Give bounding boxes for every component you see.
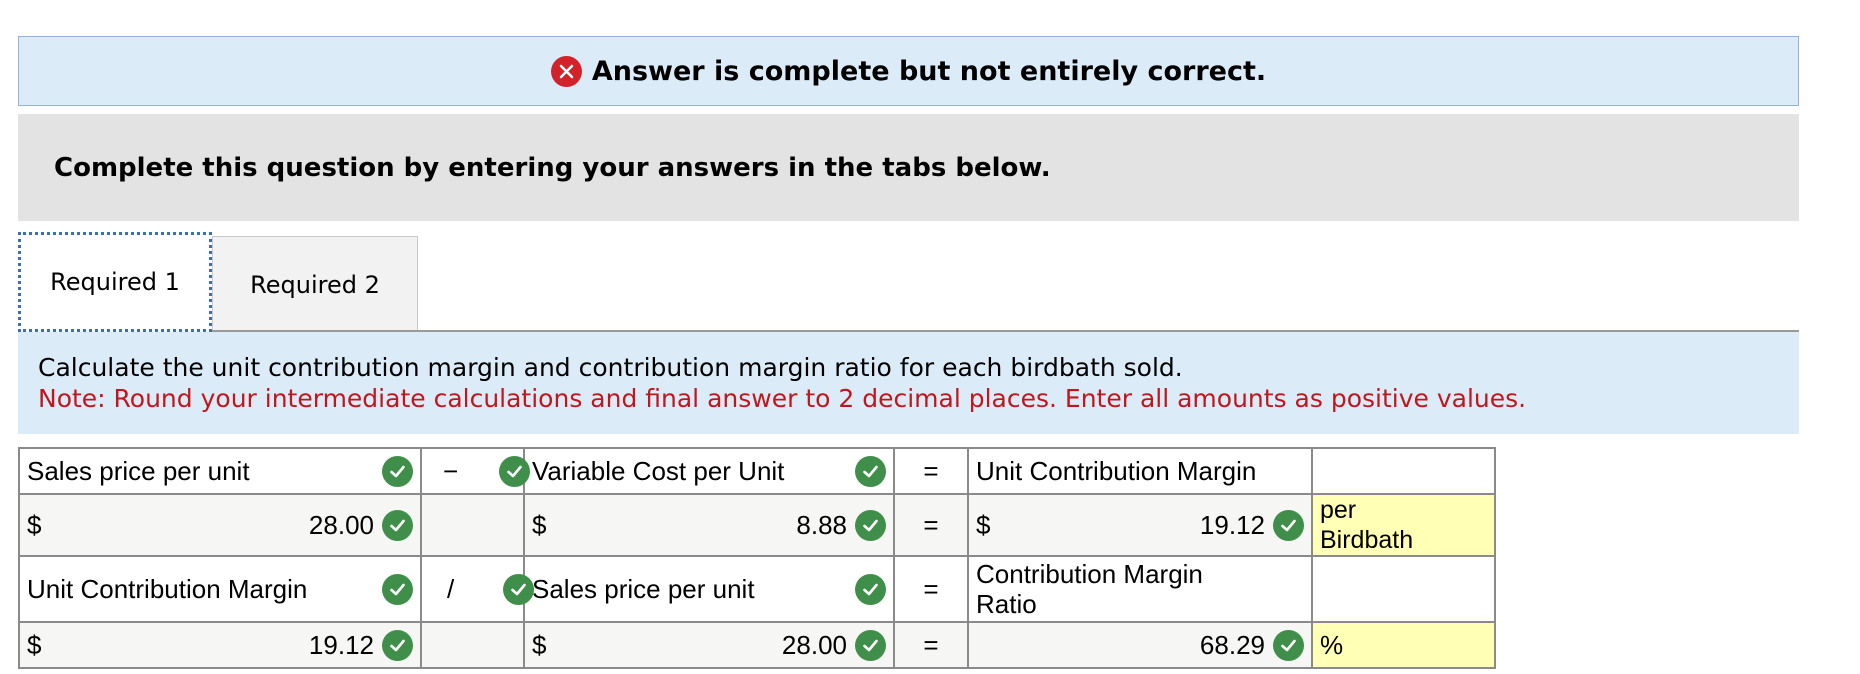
calculation-table: Sales price per unit − Variable Cost per… bbox=[18, 447, 1496, 669]
label-unit-cm: Unit Contribution Margin bbox=[976, 455, 1257, 486]
operator-minus: − bbox=[443, 455, 459, 486]
table-row: Unit Contribution Margin / Sales price p… bbox=[18, 555, 1496, 623]
label-cm-ratio: Contribution Margin Ratio bbox=[976, 559, 1203, 619]
table-row: $ 19.12 $ 28.00 = 68.29 % bbox=[18, 621, 1496, 669]
tab-label: Required 1 bbox=[50, 268, 180, 296]
check-icon bbox=[1273, 509, 1304, 541]
value-cell[interactable]: $ 19.12 bbox=[967, 493, 1313, 557]
equals-sign: = bbox=[923, 573, 939, 604]
operator-cell[interactable]: / bbox=[420, 555, 534, 623]
equals-cell: = bbox=[893, 493, 969, 557]
unit-cm-value[interactable]: 19.12 bbox=[1200, 510, 1265, 541]
equals-cell: = bbox=[893, 555, 969, 623]
unit-cell: per Birdbath bbox=[1311, 493, 1496, 557]
value-cell[interactable]: $ 28.00 bbox=[523, 621, 895, 669]
sales-price-value[interactable]: 28.00 bbox=[309, 510, 374, 541]
empty-cell bbox=[420, 621, 525, 669]
empty-cell bbox=[420, 493, 525, 557]
error-x-icon bbox=[550, 55, 582, 87]
tab-required-1[interactable]: Required 1 bbox=[18, 232, 212, 332]
instructions-text: Complete this question by entering your … bbox=[54, 152, 1051, 183]
unit-cm-value[interactable]: 19.12 bbox=[309, 630, 374, 661]
check-icon bbox=[503, 573, 534, 605]
check-icon bbox=[499, 455, 530, 487]
label-cell[interactable]: Sales price per unit bbox=[18, 447, 422, 495]
check-icon bbox=[1273, 629, 1304, 661]
equals-cell: = bbox=[893, 447, 969, 495]
check-icon bbox=[382, 573, 413, 605]
currency-symbol: $ bbox=[532, 629, 547, 660]
equals-sign: = bbox=[923, 509, 939, 540]
question-text: Calculate the unit contribution margin a… bbox=[38, 353, 1183, 382]
banner-text: Answer is complete but not entirely corr… bbox=[591, 55, 1267, 87]
label-unit-cm: Unit Contribution Margin bbox=[27, 573, 308, 604]
unit-per-birdbath: per Birdbath bbox=[1320, 496, 1414, 554]
equals-sign: = bbox=[923, 629, 939, 660]
question-note: Note: Round your intermediate calculatio… bbox=[38, 384, 1527, 413]
check-icon bbox=[855, 573, 886, 605]
table-row: $ 28.00 $ 8.88 = $ 19.12 per Birdbath bbox=[18, 493, 1496, 557]
result-banner: Answer is complete but not entirely corr… bbox=[18, 36, 1799, 106]
currency-symbol: $ bbox=[27, 509, 42, 540]
operator-divide: / bbox=[447, 573, 455, 604]
question-panel: Calculate the unit contribution margin a… bbox=[18, 332, 1799, 434]
tab-required-2[interactable]: Required 2 bbox=[212, 236, 418, 332]
tab-label: Required 2 bbox=[250, 270, 380, 299]
instructions-panel: Complete this question by entering your … bbox=[18, 114, 1799, 221]
check-icon bbox=[855, 629, 886, 661]
currency-symbol: $ bbox=[27, 629, 42, 660]
variable-cost-value[interactable]: 8.88 bbox=[796, 510, 847, 541]
label-cell[interactable]: Unit Contribution Margin bbox=[18, 555, 422, 623]
label-variable-cost: Variable Cost per Unit bbox=[532, 455, 785, 486]
label-cell[interactable]: Sales price per unit bbox=[523, 555, 895, 623]
operator-cell[interactable]: − bbox=[420, 447, 530, 495]
value-cell[interactable]: $ 19.12 bbox=[18, 621, 422, 669]
table-row: Sales price per unit − Variable Cost per… bbox=[18, 447, 1496, 495]
value-cell[interactable]: $ 8.88 bbox=[523, 493, 895, 557]
unit-label-cell bbox=[1311, 447, 1496, 495]
result-label-cell: Contribution Margin Ratio bbox=[967, 555, 1313, 623]
check-icon bbox=[382, 455, 413, 487]
result-label-cell: Unit Contribution Margin bbox=[967, 447, 1313, 495]
value-cell[interactable]: $ 28.00 bbox=[18, 493, 422, 557]
sales-price-value[interactable]: 28.00 bbox=[782, 630, 847, 661]
currency-symbol: $ bbox=[976, 509, 991, 540]
equals-sign: = bbox=[923, 455, 939, 486]
check-icon bbox=[382, 509, 413, 541]
currency-symbol: $ bbox=[532, 509, 547, 540]
check-icon bbox=[855, 509, 886, 541]
check-icon bbox=[855, 455, 886, 487]
equals-cell: = bbox=[893, 621, 969, 669]
value-cell[interactable]: 68.29 bbox=[967, 621, 1313, 669]
unit-percent: % bbox=[1320, 629, 1344, 660]
unit-cell: % bbox=[1311, 621, 1496, 669]
check-icon bbox=[382, 629, 413, 661]
unit-label-cell bbox=[1311, 555, 1496, 623]
label-sales-price: Sales price per unit bbox=[532, 573, 755, 604]
label-sales-price: Sales price per unit bbox=[27, 455, 250, 486]
label-cell[interactable]: Variable Cost per Unit bbox=[523, 447, 895, 495]
cm-ratio-value[interactable]: 68.29 bbox=[1200, 630, 1265, 661]
